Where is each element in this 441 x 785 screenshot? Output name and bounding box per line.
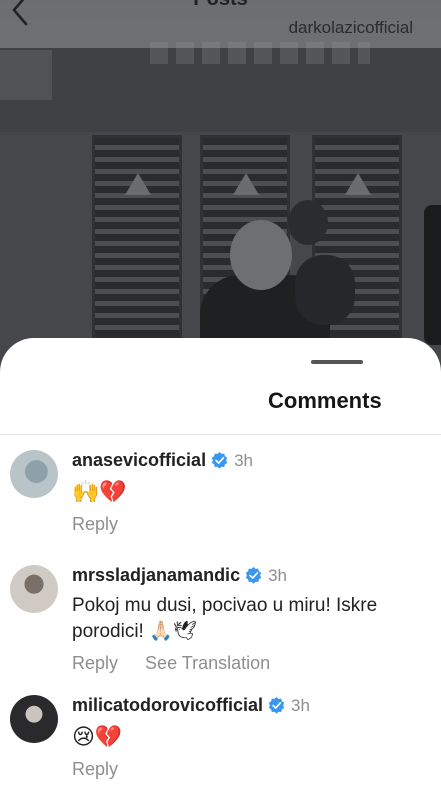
avatar[interactable] <box>10 695 58 743</box>
comment-username[interactable]: milicatodorovicofficial <box>72 695 263 716</box>
avatar[interactable] <box>10 565 58 613</box>
avatar[interactable] <box>10 450 58 498</box>
comment-text-line: Pokoj mu dusi, pocivao u miru! Iskre <box>72 595 378 616</box>
comment-username[interactable]: anasevicofficial <box>72 450 206 471</box>
boxing-glove <box>295 255 355 325</box>
sheet-title: Comments <box>268 388 382 413</box>
rack-logo <box>125 173 151 195</box>
comment-timestamp: 3h <box>234 450 253 470</box>
comment-timestamp: 3h <box>291 695 310 715</box>
verified-badge-icon <box>211 452 228 469</box>
page-title: Posts <box>0 0 441 11</box>
reply-button[interactable]: Reply <box>72 514 118 534</box>
person-head <box>230 220 292 290</box>
rack-logo <box>233 173 259 195</box>
comment-text: 🙌💔 <box>72 479 127 504</box>
person-head-second <box>288 200 328 245</box>
comments-sheet: Comments anasevicofficial 3h 🙌💔 Reply mr <box>0 338 441 785</box>
comment-text: 😢💔 <box>72 724 123 749</box>
comment-timestamp: 3h <box>268 565 287 585</box>
comment-body: mrssladjanamandic 3h Pokoj mu dusi, poci… <box>72 565 441 674</box>
post-image <box>0 0 441 380</box>
comment-username[interactable]: mrssladjanamandic <box>72 565 240 586</box>
sheet-grabber[interactable] <box>311 360 363 364</box>
post-image-rack <box>92 135 182 340</box>
comment-body: milicatodorovicofficial 3h 😢💔 Reply <box>72 695 441 780</box>
see-translation-button[interactable]: See Translation <box>145 653 270 673</box>
comment-actions: Reply See Translation <box>72 653 441 674</box>
comment-header: milicatodorovicofficial 3h <box>72 695 441 716</box>
comment-actions: Reply <box>72 514 441 535</box>
comment-header: mrssladjanamandic 3h <box>72 565 441 586</box>
verified-badge-icon <box>245 567 262 584</box>
divider <box>0 434 441 435</box>
post-image-panel <box>0 50 52 100</box>
reply-button[interactable]: Reply <box>72 759 118 779</box>
account-handle[interactable]: darkolazicofficial <box>289 18 413 38</box>
verified-badge-icon <box>268 697 285 714</box>
rack-logo <box>345 173 371 195</box>
top-nav: Posts darkolazicofficial <box>0 0 441 48</box>
reply-button[interactable]: Reply <box>72 653 118 673</box>
comment-text-line: porodici! 🙏🏻🕊 <box>72 621 197 642</box>
punching-bag <box>424 205 441 345</box>
comment-body: anasevicofficial 3h 🙌💔 Reply <box>72 450 441 535</box>
comment-header: anasevicofficial 3h <box>72 450 441 471</box>
comment-actions: Reply <box>72 759 441 780</box>
